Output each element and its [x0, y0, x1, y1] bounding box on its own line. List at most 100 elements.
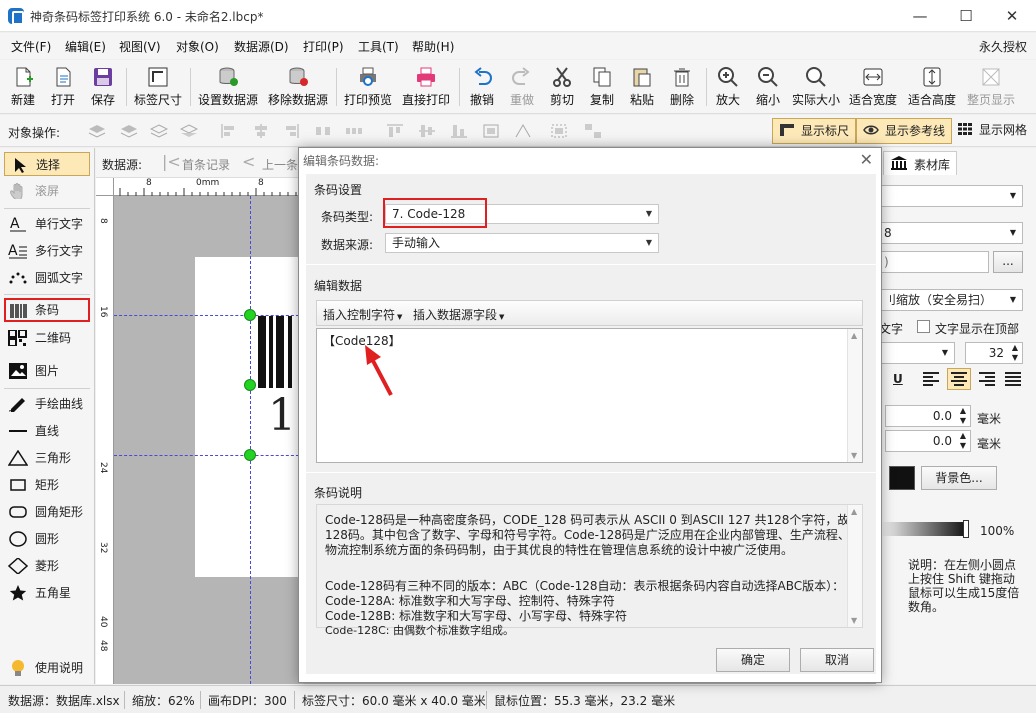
- direct-print-button[interactable]: 直接打印: [400, 64, 452, 110]
- align-middle-icon[interactable]: [418, 123, 436, 139]
- tool-line[interactable]: 直线: [4, 419, 90, 443]
- property-input[interactable]: ): [879, 251, 989, 273]
- minimize-button[interactable]: —: [897, 0, 943, 32]
- scroll-down-icon[interactable]: ▼: [851, 451, 857, 460]
- scroll-down-icon[interactable]: ▼: [851, 616, 857, 625]
- tool-scroll[interactable]: 滚屏: [4, 179, 90, 203]
- dialog-close-button[interactable]: ✕: [860, 150, 873, 169]
- fit-height-button[interactable]: 适合高度: [905, 64, 959, 110]
- redo-button[interactable]: 重做: [505, 64, 539, 110]
- menu-tools[interactable]: 工具(T): [358, 38, 399, 55]
- align-left-icon[interactable]: [220, 123, 238, 139]
- tool-arc-text[interactable]: 圆弧文字: [4, 266, 90, 290]
- resize-handle[interactable]: [244, 449, 256, 461]
- undo-button[interactable]: 撤销: [465, 64, 499, 110]
- vertical-guide-line[interactable]: [250, 196, 251, 684]
- ok-button[interactable]: 确定: [716, 648, 790, 672]
- opacity-slider-track[interactable]: [881, 522, 967, 536]
- set-datasource-button[interactable]: 设置数据源: [196, 64, 260, 110]
- font-size-input[interactable]: 32 ▲ ▼: [965, 342, 1023, 364]
- barcode-object[interactable]: [258, 316, 298, 388]
- close-button[interactable]: ✕: [989, 0, 1035, 32]
- tool-multi-text[interactable]: A 多行文字: [4, 239, 90, 263]
- resize-handle[interactable]: [244, 309, 256, 321]
- menu-view[interactable]: 视图(V): [119, 38, 161, 55]
- background-color-button[interactable]: 背景色...: [921, 466, 997, 490]
- align-left-text-icon[interactable]: [921, 370, 941, 388]
- remove-datasource-button[interactable]: 移除数据源: [266, 64, 330, 110]
- prev-record-icon[interactable]: <: [242, 152, 255, 171]
- foreground-color-swatch[interactable]: [889, 466, 915, 490]
- distribute-v-icon[interactable]: [344, 123, 362, 139]
- description-scrollbar[interactable]: ▲ ▼: [847, 505, 862, 627]
- opacity-slider-thumb[interactable]: [963, 520, 969, 538]
- distribute-h-icon[interactable]: [314, 123, 332, 139]
- open-button[interactable]: 打开: [46, 64, 80, 110]
- tool-help[interactable]: 使用说明: [4, 656, 90, 680]
- underline-button[interactable]: U: [893, 372, 903, 386]
- font-dropdown[interactable]: ▼: [879, 342, 955, 364]
- show-ruler-toggle[interactable]: 显示标尺: [772, 118, 857, 144]
- maximize-button[interactable]: ☐: [943, 0, 989, 32]
- group-icon[interactable]: [550, 123, 568, 139]
- property-dropdown-2[interactable]: 8 ▼: [879, 222, 1023, 244]
- label-size-button[interactable]: 标签尺寸: [132, 64, 184, 110]
- editor-scrollbar[interactable]: ▲ ▼: [847, 329, 862, 462]
- ungroup-icon[interactable]: [584, 123, 602, 139]
- tool-freehand[interactable]: 手绘曲线: [4, 392, 90, 416]
- scroll-up-icon[interactable]: ▲: [851, 331, 857, 340]
- zoom-in-button[interactable]: 放大: [711, 64, 745, 110]
- tool-rectangle[interactable]: 矩形: [4, 473, 90, 497]
- layer-bottom-icon[interactable]: [179, 123, 199, 139]
- layer-up-icon[interactable]: [88, 123, 106, 139]
- save-button[interactable]: 保存: [86, 64, 120, 110]
- paste-button[interactable]: 粘贴: [625, 64, 659, 110]
- fit-width-button[interactable]: 适合宽度: [847, 64, 899, 110]
- insert-control-char-menu[interactable]: 插入控制字符 ▼: [323, 306, 402, 323]
- menu-help[interactable]: 帮助(H): [412, 38, 454, 55]
- tool-diamond[interactable]: 菱形: [4, 554, 90, 578]
- align-right-text-icon[interactable]: [977, 370, 997, 388]
- tool-circle[interactable]: 圆形: [4, 527, 90, 551]
- show-grid-toggle[interactable]: 显示网格: [957, 118, 1027, 144]
- tab-material-library[interactable]: 素材库: [883, 151, 957, 175]
- align-center-icon[interactable]: [252, 123, 270, 139]
- cut-button[interactable]: 剪切: [545, 64, 579, 110]
- tool-star[interactable]: 五角星: [4, 581, 90, 605]
- offset-x-input[interactable]: 0.0 ▲ ▼: [885, 405, 971, 427]
- barcode-data-editor[interactable]: 【Code128】 ▲ ▼: [316, 328, 863, 463]
- zoom-out-button[interactable]: 缩小: [751, 64, 785, 110]
- menu-datasource[interactable]: 数据源(D): [234, 38, 289, 55]
- tool-triangle[interactable]: 三角形: [4, 446, 90, 470]
- tool-rounded-rect[interactable]: 圆角矩形: [4, 500, 90, 524]
- browse-button[interactable]: ...: [993, 251, 1023, 273]
- full-page-button[interactable]: 整页显示: [965, 64, 1017, 110]
- justify-text-icon[interactable]: [1003, 370, 1023, 388]
- align-top-icon[interactable]: [386, 123, 404, 139]
- layer-down-icon[interactable]: [149, 123, 169, 139]
- actual-size-button[interactable]: 实际大小: [791, 64, 841, 110]
- first-record-button[interactable]: 首条记录: [182, 156, 230, 173]
- tool-qrcode[interactable]: 二维码: [4, 326, 90, 350]
- property-dropdown-1[interactable]: ▼: [879, 185, 1023, 207]
- scroll-up-icon[interactable]: ▲: [851, 507, 857, 516]
- first-record-icon[interactable]: |<: [162, 152, 181, 171]
- tool-barcode[interactable]: 条码: [4, 298, 90, 322]
- menu-print[interactable]: 打印(P): [303, 38, 344, 55]
- menu-file[interactable]: 文件(F): [11, 38, 51, 55]
- align-right-icon[interactable]: [282, 123, 300, 139]
- menu-object[interactable]: 对象(O): [176, 38, 219, 55]
- new-button[interactable]: 新建: [6, 64, 40, 110]
- text-top-checkbox[interactable]: [917, 320, 930, 333]
- menu-edit[interactable]: 编辑(E): [65, 38, 106, 55]
- insert-datasource-field-menu[interactable]: 插入数据源字段 ▼: [413, 306, 504, 323]
- align-center-text-icon[interactable]: [947, 368, 971, 390]
- tool-single-text[interactable]: A 单行文字: [4, 212, 90, 236]
- horizontal-guide-line[interactable]: [114, 455, 304, 456]
- align-bottom-icon[interactable]: [450, 123, 468, 139]
- delete-button[interactable]: 删除: [665, 64, 699, 110]
- scale-mode-dropdown[interactable]: 刂缩放（安全易扫） ▼: [879, 289, 1023, 311]
- tool-image[interactable]: 图片: [4, 359, 90, 383]
- layer-top-icon[interactable]: [120, 123, 138, 139]
- resize-handle[interactable]: [244, 379, 256, 391]
